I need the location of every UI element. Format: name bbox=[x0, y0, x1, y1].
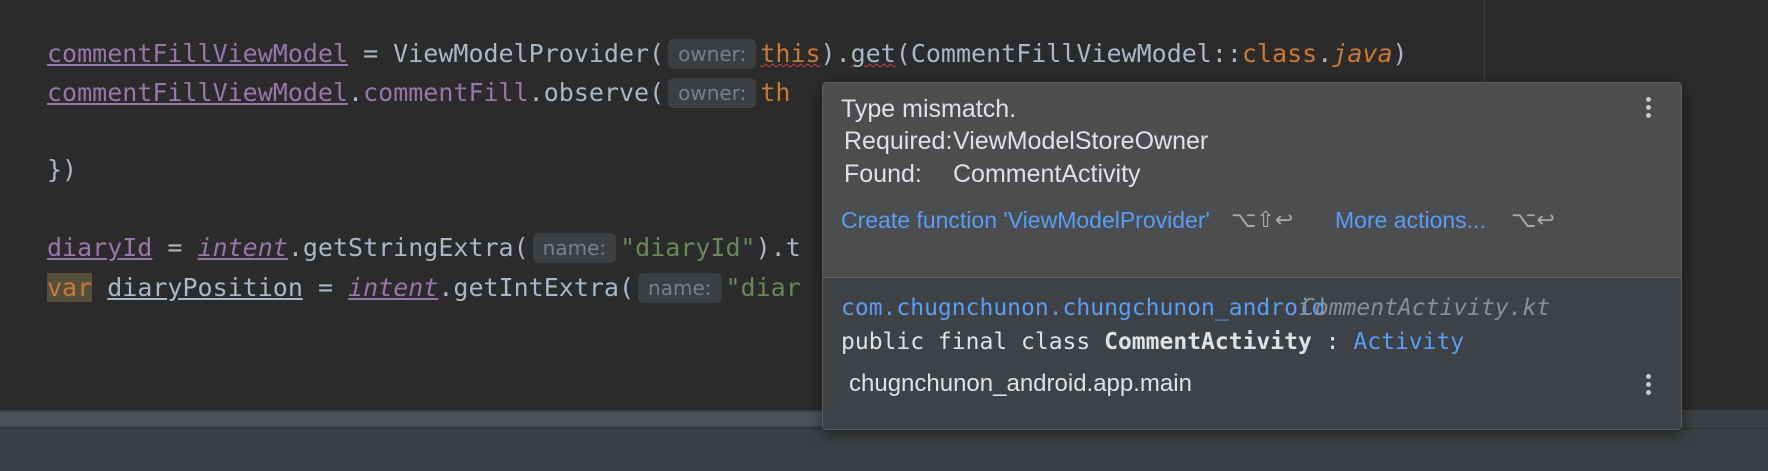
more-actions-shortcut: ⌥↩ bbox=[1511, 207, 1555, 232]
warning-highlight[interactable]: get bbox=[851, 39, 896, 68]
code-text: = bbox=[152, 233, 198, 262]
code-text: . bbox=[348, 78, 364, 107]
keyword: var bbox=[47, 273, 93, 302]
parameter-hint: name: bbox=[532, 233, 617, 263]
parameter-hint: owner: bbox=[668, 39, 757, 69]
property-ref[interactable]: intent bbox=[198, 233, 288, 262]
module-name: chugnchunon_android.app.main bbox=[849, 370, 1192, 397]
code-text: = ViewModelProvider( bbox=[348, 39, 665, 68]
code-text: ). bbox=[820, 39, 851, 68]
popup-documentation-section: com.chugnchunon.chungchunon_android Comm… bbox=[823, 278, 1681, 429]
keyword-italic: java bbox=[1332, 39, 1393, 68]
declaration-colon: : bbox=[1311, 329, 1354, 355]
code-text: = bbox=[302, 273, 349, 302]
keyword: class bbox=[1241, 39, 1318, 68]
parameter-hint: owner: bbox=[668, 78, 757, 108]
create-function-shortcut: ⌥⇧↩ bbox=[1231, 207, 1294, 232]
property-ref[interactable]: commentFillViewModel bbox=[47, 78, 348, 107]
declaration: public final class CommentActivity : Act… bbox=[841, 329, 1464, 355]
variable-name[interactable]: diaryPosition bbox=[107, 273, 303, 302]
code-line-2[interactable]: commentFillViewModel.commentFill.observe… bbox=[47, 73, 790, 113]
code-text: .getStringExtra( bbox=[287, 233, 529, 262]
property-ref[interactable]: commentFillViewModel bbox=[47, 39, 348, 68]
kebab-menu-icon[interactable] bbox=[1643, 97, 1653, 123]
property-ref[interactable]: intent bbox=[348, 273, 438, 302]
code-text: . bbox=[1317, 39, 1333, 68]
error-title: Type mismatch. bbox=[841, 95, 1017, 123]
status-bar bbox=[0, 428, 1768, 471]
code-line-1[interactable]: commentFillViewModel = ViewModelProvider… bbox=[47, 34, 1408, 74]
code-text: (CommentFillViewModel:: bbox=[895, 39, 1242, 68]
popup-problem-section: Type mismatch. Required: ViewModelStoreO… bbox=[823, 83, 1681, 277]
declaration-prefix: public final class bbox=[841, 329, 1105, 355]
code-text: ).t bbox=[755, 233, 801, 262]
file-name: CommentActivity.kt bbox=[1301, 295, 1551, 321]
found-label: Found: bbox=[844, 160, 922, 188]
code-line-3[interactable]: }) bbox=[47, 150, 77, 190]
more-actions-link[interactable]: More actions... bbox=[1335, 207, 1486, 234]
property-ref[interactable]: commentFill bbox=[363, 78, 529, 107]
package-link[interactable]: com.chugnchunon.chungchunon_android bbox=[841, 295, 1326, 321]
code-text: ) bbox=[1392, 39, 1408, 68]
create-function-action[interactable]: Create function 'ViewModelProvider' bbox=[841, 207, 1210, 234]
found-value: CommentActivity bbox=[953, 160, 1141, 188]
kebab-menu-icon[interactable] bbox=[1643, 374, 1653, 400]
string-literal: "diar bbox=[725, 273, 801, 302]
error-tooltip-popup: Type mismatch. Required: ViewModelStoreO… bbox=[822, 82, 1682, 430]
code-line-4[interactable]: diaryId = intent.getStringExtra(name: "di… bbox=[47, 228, 801, 268]
code-text: .observe( bbox=[528, 78, 665, 107]
required-value: ViewModelStoreOwner bbox=[953, 127, 1209, 155]
keyword: th bbox=[760, 78, 791, 107]
code-line-5[interactable]: var diaryPosition = intent.getIntExtra(n… bbox=[47, 268, 801, 308]
property-ref[interactable]: diaryId bbox=[47, 233, 152, 262]
parameter-hint: name: bbox=[638, 273, 722, 303]
error-highlight[interactable]: this bbox=[760, 39, 820, 68]
required-label: Required: bbox=[844, 127, 953, 155]
superclass-link[interactable]: Activity bbox=[1353, 329, 1464, 355]
string-literal: "diaryId" bbox=[620, 233, 756, 262]
declaration-class: CommentActivity bbox=[1104, 329, 1312, 355]
code-text: .getIntExtra( bbox=[438, 273, 635, 302]
